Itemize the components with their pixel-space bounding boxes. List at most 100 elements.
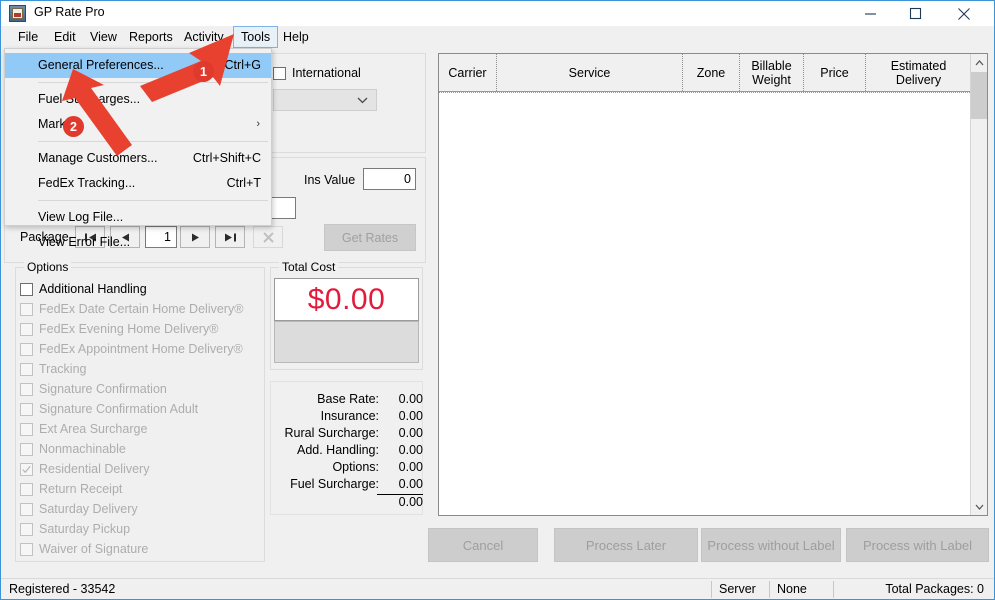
checkbox-box	[20, 423, 33, 436]
rate-grid-header: Carrier Service Zone Billable Weight Pri…	[439, 54, 987, 92]
tools-dropdown-menu[interactable]: General Preferences... Ctrl+G Fuel Surch…	[4, 48, 272, 249]
menu-bar: File Edit View Reports Activity Tools He…	[1, 26, 994, 48]
option-label: Residential Delivery	[39, 462, 150, 476]
column-header-price[interactable]: Price	[804, 54, 866, 91]
option-label: Additional Handling	[39, 282, 147, 296]
chevron-right-icon: ›	[256, 118, 260, 130]
column-header-service[interactable]: Service	[497, 54, 683, 91]
menu-item-general-preferences[interactable]: General Preferences... Ctrl+G	[5, 53, 271, 78]
column-header-zone[interactable]: Zone	[683, 54, 740, 91]
checkbox-box	[20, 343, 33, 356]
cancel-button[interactable]: Cancel	[428, 528, 538, 562]
cost-value-options: 0.00	[398, 460, 423, 474]
international-checkbox-box	[273, 67, 286, 80]
cost-label: Add. Handling:	[296, 443, 379, 457]
menu-separator	[38, 200, 268, 201]
menu-file[interactable]: File	[11, 26, 45, 48]
option-label: Tracking	[39, 362, 87, 376]
ins-value-input[interactable]: 0	[363, 168, 416, 190]
cost-value-insurance: 0.00	[398, 409, 423, 423]
menu-item-markup[interactable]: Markup ›	[5, 112, 271, 137]
cost-value-fuel-surcharge: 0.00	[398, 477, 423, 491]
process-without-label-button[interactable]: Process without Label	[701, 528, 841, 562]
option-label: Saturday Delivery	[39, 502, 138, 516]
ins-value-label: Ins Value	[304, 173, 356, 187]
checkbox-box	[20, 543, 33, 556]
scroll-down-icon[interactable]	[971, 498, 987, 515]
option-label: Waiver of Signature	[39, 542, 149, 556]
scrollbar-thumb[interactable]	[971, 72, 987, 119]
title-bar: GP Rate Pro	[1, 1, 994, 26]
checkbox-box	[20, 503, 33, 516]
status-divider	[769, 581, 770, 598]
process-later-button[interactable]: Process Later	[554, 528, 698, 562]
option-label: Saturday Pickup	[39, 522, 131, 536]
option-label: Signature Confirmation	[39, 382, 167, 396]
menu-tools[interactable]: Tools	[233, 26, 279, 48]
status-total-packages: Total Packages: 0	[885, 582, 984, 596]
option-label: FedEx Evening Home Delivery®	[39, 322, 219, 336]
menu-item-label: General Preferences...	[38, 58, 164, 72]
menu-item-fedex-tracking[interactable]: FedEx Tracking... Ctrl+T	[5, 171, 271, 196]
status-bar: Registered - 33542 Server None Total Pac…	[1, 578, 994, 599]
cost-label: Rural Surcharge:	[284, 426, 380, 440]
checkbox-box	[20, 483, 33, 496]
menu-activity[interactable]: Activity	[177, 26, 231, 48]
annotation-badge-1: 1	[193, 61, 214, 82]
app-icon	[9, 5, 26, 22]
menu-separator	[38, 141, 268, 142]
service-combo[interactable]	[273, 89, 377, 111]
cost-value-rural-surcharge: 0.00	[398, 426, 423, 440]
close-icon[interactable]	[941, 1, 986, 26]
rate-results-grid[interactable]: Carrier Service Zone Billable Weight Pri…	[438, 53, 988, 516]
minimize-icon[interactable]	[848, 1, 893, 26]
international-label: International	[292, 66, 361, 80]
maximize-icon[interactable]	[893, 1, 938, 26]
total-cost-amount: $0.00	[274, 278, 419, 321]
checkbox-box	[20, 443, 33, 456]
menu-item-manage-customers[interactable]: Manage Customers... Ctrl+Shift+C	[5, 146, 271, 171]
scroll-up-icon[interactable]	[971, 54, 987, 71]
menu-item-shortcut: Ctrl+Shift+C	[192, 151, 261, 165]
option-label: FedEx Appointment Home Delivery®	[39, 342, 243, 356]
status-server-value: None	[777, 582, 807, 596]
option-label: Signature Confirmation Adult	[39, 402, 199, 416]
cost-value-add-handling: 0.00	[398, 443, 423, 457]
menu-item-label: FedEx Tracking...	[38, 176, 136, 190]
option-label: Ext Area Surcharge	[39, 422, 148, 436]
rate-grid-vertical-scrollbar[interactable]	[970, 54, 987, 515]
menu-item-label: View Log File...	[38, 210, 124, 224]
checkbox-box	[20, 523, 33, 536]
cost-label: Base Rate:	[317, 392, 379, 406]
status-server-label: Server	[719, 582, 756, 596]
check-mark-icon	[22, 463, 31, 474]
option-label: FedEx Date Certain Home Delivery®	[39, 302, 244, 316]
annotation-badge-2: 2	[63, 116, 84, 137]
total-cost-secondary	[274, 321, 419, 363]
menu-item-shortcut: Ctrl+G	[224, 58, 261, 72]
menu-separator	[38, 82, 268, 83]
column-header-carrier[interactable]: Carrier	[439, 54, 497, 91]
menu-view[interactable]: View	[83, 26, 124, 48]
process-with-label-button[interactable]: Process with Label	[846, 528, 989, 562]
rate-grid-body[interactable]	[439, 92, 970, 515]
cost-value-base-rate: 0.00	[398, 392, 423, 406]
column-header-billable-weight[interactable]: Billable Weight	[740, 54, 804, 91]
option-label: Nonmachinable	[39, 442, 126, 456]
status-divider	[833, 581, 834, 598]
menu-item-label: View Error File...	[38, 235, 131, 249]
cost-label: Fuel Surcharge:	[290, 477, 379, 491]
window-title: GP Rate Pro	[34, 5, 105, 19]
options-group-title: Options	[24, 260, 72, 274]
get-rates-button[interactable]: Get Rates	[324, 224, 416, 251]
column-header-estimated-delivery[interactable]: Estimated Delivery	[866, 54, 971, 91]
menu-reports[interactable]: Reports	[122, 26, 180, 48]
menu-edit[interactable]: Edit	[47, 26, 83, 48]
chevron-down-icon	[357, 93, 368, 107]
menu-item-view-log-file[interactable]: View Log File...	[5, 205, 271, 230]
status-divider	[711, 581, 712, 598]
menu-item-view-error-file[interactable]: View Error File...	[5, 230, 271, 255]
menu-help[interactable]: Help	[276, 26, 316, 48]
menu-item-fuel-surcharges[interactable]: Fuel Surcharges...	[5, 87, 271, 112]
checkbox-box	[20, 323, 33, 336]
